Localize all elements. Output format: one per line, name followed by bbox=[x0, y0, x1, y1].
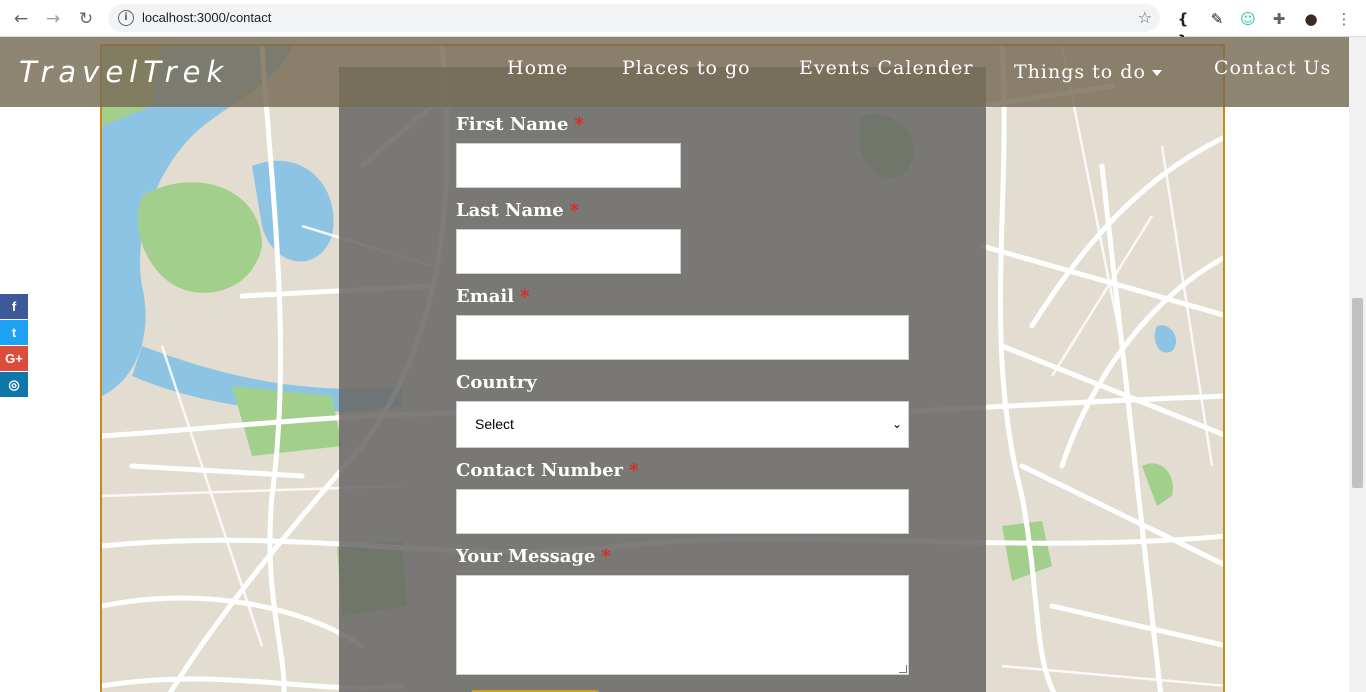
site-header: TravelTrek Home Places to go Events Cale… bbox=[0, 37, 1349, 107]
resize-handle[interactable] bbox=[899, 665, 907, 673]
extensions-puzzle-icon[interactable]: ✚ bbox=[1268, 8, 1290, 30]
required-mark: * bbox=[520, 286, 530, 307]
message-label: Your Message * bbox=[456, 546, 611, 567]
first-name-label-text: First Name bbox=[456, 114, 569, 135]
twitter-icon[interactable]: t bbox=[0, 320, 28, 345]
nav-things-to-do[interactable]: Things to do bbox=[1014, 61, 1162, 83]
caret-down-icon bbox=[1151, 70, 1162, 76]
required-mark: * bbox=[601, 546, 611, 567]
page-viewport: TravelTrek Home Places to go Events Cale… bbox=[0, 37, 1349, 692]
chevron-down-icon: ⌄ bbox=[891, 417, 902, 431]
message-textarea[interactable] bbox=[456, 575, 909, 675]
page-scrollbar[interactable] bbox=[1349, 37, 1366, 692]
facebook-icon[interactable]: f bbox=[0, 294, 28, 319]
first-name-label: First Name * bbox=[456, 114, 584, 135]
profile-avatar-icon[interactable]: ● bbox=[1300, 8, 1322, 30]
email-input[interactable] bbox=[456, 315, 909, 360]
url-text[interactable]: localhost:3000/contact bbox=[142, 10, 271, 25]
nav-events-calender[interactable]: Events Calender bbox=[799, 57, 973, 79]
required-mark: * bbox=[569, 200, 580, 221]
email-label: Email * bbox=[456, 286, 530, 307]
eyedropper-extension-icon[interactable]: ✎ bbox=[1206, 8, 1228, 30]
grammar-extension-icon[interactable]: ☺ bbox=[1237, 8, 1259, 30]
contact-number-input[interactable] bbox=[456, 489, 909, 534]
back-arrow-icon[interactable]: ← bbox=[10, 8, 32, 30]
required-mark: * bbox=[574, 114, 584, 135]
nav-home[interactable]: Home bbox=[507, 57, 568, 79]
contact-number-label: Contact Number * bbox=[456, 460, 638, 481]
message-label-text: Your Message bbox=[456, 546, 596, 567]
last-name-label-text: Last Name bbox=[456, 200, 564, 221]
google-plus-icon[interactable]: G+ bbox=[0, 346, 28, 371]
forward-arrow-icon[interactable]: → bbox=[42, 8, 64, 30]
nav-places-to-go[interactable]: Places to go bbox=[622, 57, 751, 79]
required-mark: * bbox=[629, 460, 639, 481]
contact-number-label-text: Contact Number bbox=[456, 460, 624, 481]
json-extension-icon[interactable]: { } bbox=[1172, 8, 1194, 50]
nav-things-to-do-label: Things to do bbox=[1014, 61, 1146, 83]
site-info-icon[interactable]: i bbox=[118, 10, 134, 26]
scrollbar-thumb[interactable] bbox=[1352, 298, 1363, 488]
bookmark-star-icon[interactable]: ☆ bbox=[1138, 8, 1152, 27]
nav-contact-us[interactable]: Contact Us bbox=[1214, 57, 1331, 79]
first-name-input[interactable] bbox=[456, 143, 681, 188]
instagram-icon[interactable]: ◎ bbox=[0, 372, 28, 397]
address-bar[interactable]: i localhost:3000/contact ☆ bbox=[108, 4, 1160, 32]
browser-toolbar: ← → ↻ i localhost:3000/contact ☆ { } ✎ ☺… bbox=[0, 0, 1366, 50]
country-select-value: Select bbox=[475, 416, 514, 432]
country-select[interactable]: Select ⌄ bbox=[456, 401, 909, 448]
country-label: Country bbox=[456, 372, 537, 393]
email-label-text: Email bbox=[456, 286, 515, 307]
last-name-label: Last Name * bbox=[456, 200, 579, 221]
reload-icon[interactable]: ↻ bbox=[75, 8, 97, 30]
brand-logo[interactable]: TravelTrek bbox=[19, 55, 229, 89]
last-name-input[interactable] bbox=[456, 229, 681, 274]
browser-menu-icon[interactable]: ⋮ bbox=[1333, 8, 1355, 30]
